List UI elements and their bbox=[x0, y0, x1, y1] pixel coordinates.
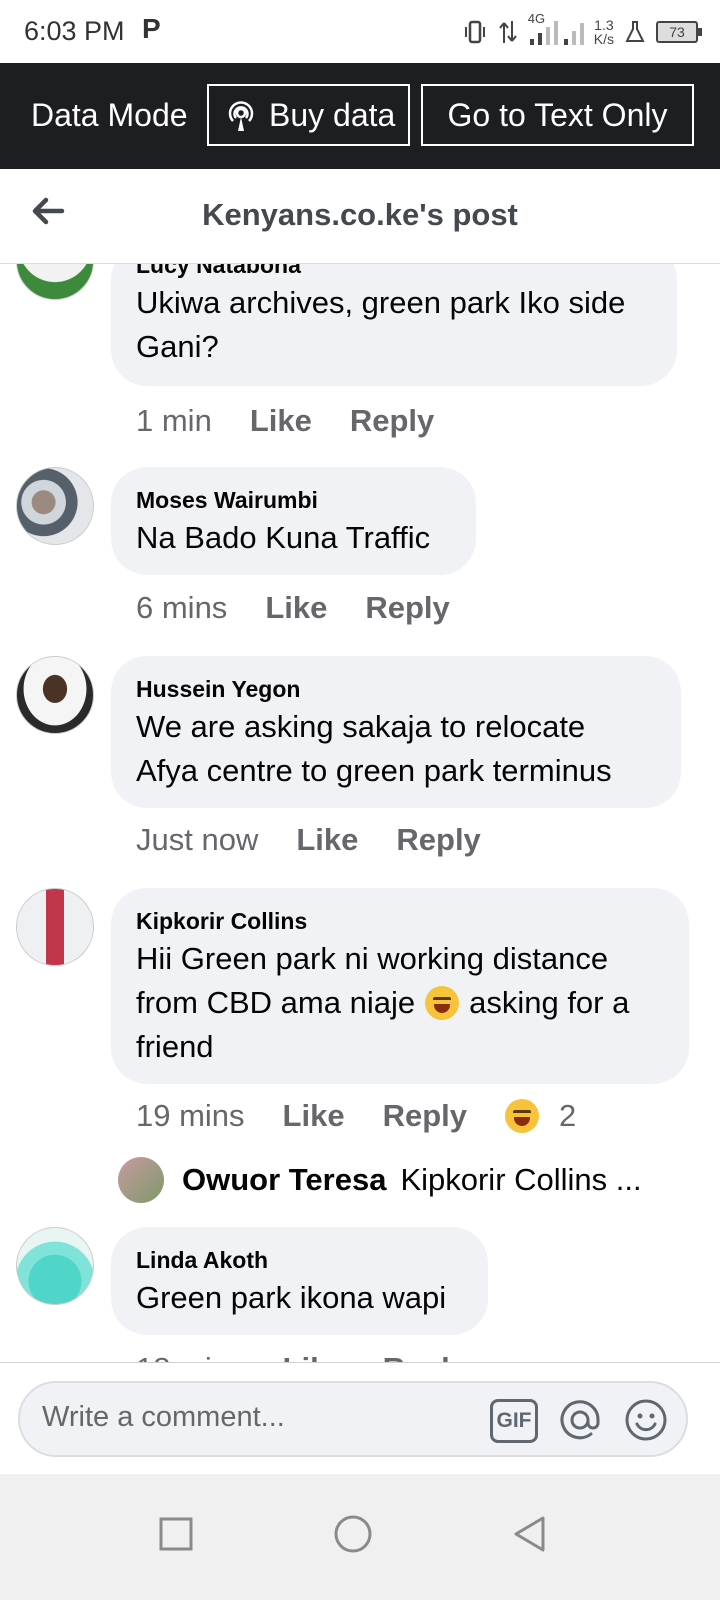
data-mode-label: Data Mode bbox=[31, 97, 188, 133]
comment-time: 19 mins bbox=[136, 1098, 245, 1133]
reply-button[interactable]: Reply bbox=[383, 1351, 467, 1362]
reaction-count: 2 bbox=[559, 1098, 577, 1133]
mention-at-icon[interactable] bbox=[557, 1397, 603, 1443]
post-header: Kenyans.co.ke's post bbox=[0, 169, 720, 264]
comment-bubble[interactable]: Kipkorir Collins Hii Green park ni worki… bbox=[111, 888, 689, 1084]
comments-list[interactable]: Lucy Natabona Ukiwa archives, green park… bbox=[0, 264, 720, 1362]
status-time: 6:03 PM bbox=[24, 16, 125, 46]
home-button[interactable] bbox=[323, 1504, 383, 1564]
net-speed: 1.3 K/s bbox=[593, 17, 614, 47]
status-bar: 6:03 PM P 4G 1.3 K/s 73 bbox=[0, 0, 720, 64]
comment-bubble[interactable]: Hussein Yegon We are asking sakaja to re… bbox=[111, 656, 681, 808]
buy-data-button[interactable]: Buy data bbox=[207, 84, 410, 146]
carrier-p-icon: P bbox=[142, 13, 161, 44]
comment-time: 6 mins bbox=[136, 590, 228, 625]
like-button[interactable]: Like bbox=[265, 590, 327, 626]
like-button[interactable]: Like bbox=[283, 1098, 345, 1134]
comment-author[interactable]: Moses Wairumbi bbox=[136, 487, 450, 514]
status-icons: 4G 1.3 K/s 73 bbox=[462, 11, 702, 50]
recents-button[interactable] bbox=[146, 1504, 206, 1564]
comment-actions: 19 mins Like Reply 2 bbox=[136, 1098, 576, 1134]
emoji-smile-icon[interactable] bbox=[623, 1397, 669, 1443]
comment-bubble[interactable]: Moses Wairumbi Na Bado Kuna Traffic bbox=[111, 467, 476, 575]
system-nav-bar bbox=[0, 1474, 720, 1600]
comment-composer: Write a comment... GIF bbox=[0, 1362, 720, 1475]
data-transfer-icon bbox=[498, 21, 517, 43]
comment-text: Hii Green park ni working distance from … bbox=[136, 941, 630, 1064]
battery-icon: 73 bbox=[656, 21, 702, 43]
page-title: Kenyans.co.ke's post bbox=[202, 197, 518, 232]
reply-button[interactable]: Reply bbox=[383, 1098, 467, 1134]
like-button[interactable]: Like bbox=[283, 1351, 345, 1362]
like-button[interactable]: Like bbox=[250, 403, 312, 439]
reply-button[interactable]: Reply bbox=[350, 403, 434, 439]
comment-text: We are asking sakaja to relocate Afya ce… bbox=[136, 709, 612, 788]
lab-flask-icon bbox=[625, 21, 645, 42]
signal-4g-icon: 4G bbox=[528, 11, 584, 47]
text-only-button[interactable]: Go to Text Only bbox=[421, 84, 694, 146]
reply-author: Owuor Teresa bbox=[182, 1162, 387, 1197]
comment-actions: 6 mins Like Reply bbox=[136, 590, 488, 626]
back-button[interactable] bbox=[499, 1504, 559, 1564]
comment-author[interactable]: Lucy Natabona bbox=[136, 264, 651, 279]
gif-icon[interactable]: GIF bbox=[490, 1399, 538, 1443]
triangle-back-icon bbox=[514, 1516, 545, 1552]
comment-bubble[interactable]: Linda Akoth Green park ikona wapi bbox=[111, 1227, 488, 1335]
comment-bubble[interactable]: Lucy Natabona Ukiwa archives, green park… bbox=[111, 264, 677, 386]
reply-preview[interactable]: Owuor Teresa Kipkorir Collins ... bbox=[118, 1157, 642, 1203]
comment-input[interactable]: Write a comment... GIF bbox=[18, 1381, 688, 1457]
avatar[interactable] bbox=[16, 467, 94, 545]
comment-time: 18 mins bbox=[136, 1351, 245, 1362]
reply-button[interactable]: Reply bbox=[365, 590, 449, 626]
comment-time: Just now bbox=[136, 822, 259, 857]
reply-button[interactable]: Reply bbox=[396, 822, 480, 858]
vibrate-icon bbox=[464, 20, 485, 44]
avatar[interactable] bbox=[16, 656, 94, 734]
avatar bbox=[118, 1157, 164, 1203]
comment-time: 1 min bbox=[136, 403, 212, 438]
comment-text: Na Bado Kuna Traffic bbox=[136, 520, 431, 555]
square-icon bbox=[159, 1517, 193, 1551]
comment-actions: 1 min Like Reply bbox=[136, 403, 472, 439]
broadcast-icon bbox=[228, 101, 254, 131]
comment-actions: 18 mins Like Reply bbox=[136, 1351, 505, 1362]
comment-actions: Just now Like Reply bbox=[136, 822, 519, 858]
comment-text: Ukiwa archives, green park Iko side Gani… bbox=[136, 285, 626, 364]
like-button[interactable]: Like bbox=[296, 822, 358, 858]
avatar[interactable] bbox=[16, 1227, 94, 1305]
comment-author[interactable]: Linda Akoth bbox=[136, 1247, 462, 1274]
reaction-summary[interactable]: 2 bbox=[505, 1098, 576, 1134]
data-mode-bar: Data Mode Buy data Go to Text Only bbox=[0, 63, 720, 169]
circle-icon bbox=[334, 1515, 372, 1553]
comment-text: Green park ikona wapi bbox=[136, 1280, 447, 1315]
comment-author[interactable]: Hussein Yegon bbox=[136, 676, 655, 703]
avatar[interactable] bbox=[16, 888, 94, 966]
comment-placeholder: Write a comment... bbox=[42, 1401, 285, 1433]
laughing-emoji-icon bbox=[505, 1099, 539, 1133]
reply-snippet: Kipkorir Collins ... bbox=[400, 1162, 642, 1197]
buy-data-label: Buy data bbox=[269, 96, 396, 133]
avatar[interactable] bbox=[16, 264, 94, 300]
text-only-label: Go to Text Only bbox=[447, 96, 668, 133]
comment-author[interactable]: Kipkorir Collins bbox=[136, 908, 663, 935]
laughing-tears-emoji-icon bbox=[425, 986, 460, 1020]
